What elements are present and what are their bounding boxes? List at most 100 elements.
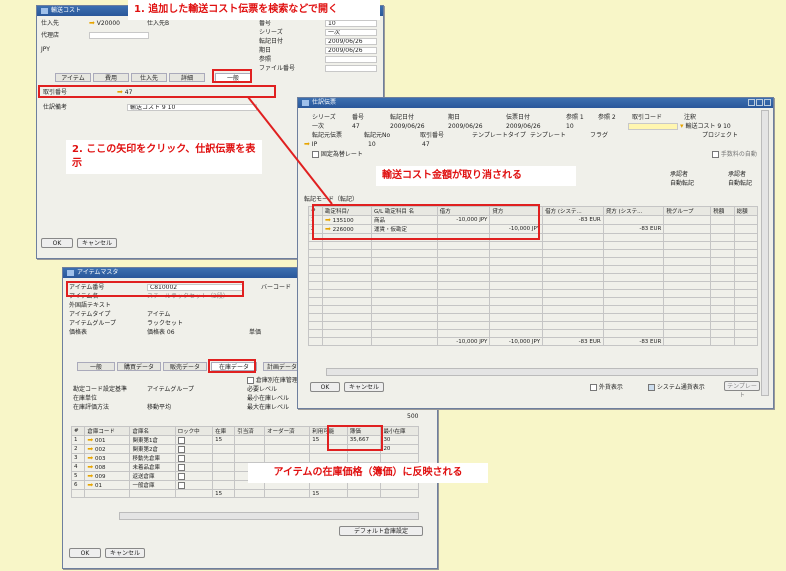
col-cost: 簿価	[346, 426, 382, 436]
je-link[interactable]: ➡ 47	[117, 88, 132, 97]
checkbox-icon[interactable]	[177, 472, 185, 480]
manage-checkbox[interactable]: 倉庫別在庫管理	[247, 377, 298, 384]
default-warehouse-button[interactable]: デフォルト倉庫設定	[339, 526, 423, 536]
minimize-icon[interactable]	[748, 99, 755, 106]
series-field[interactable]: 一次	[325, 29, 377, 36]
link-arrow-icon[interactable]: ➡	[87, 472, 93, 480]
trans-code-field[interactable]	[628, 123, 678, 130]
group-label: アイテムグループ	[69, 320, 117, 327]
type-label: アイテムタイプ	[69, 311, 111, 318]
tab-inventory[interactable]: 在庫データ	[211, 362, 257, 371]
foreign-checkbox[interactable]: 外貨表示	[590, 384, 623, 391]
posting-field[interactable]: 2009/06/26	[325, 38, 377, 45]
checkbox-icon[interactable]	[648, 384, 655, 391]
gl-value[interactable]: アイテムグループ	[147, 386, 194, 393]
tab-vendors[interactable]: 仕入先	[131, 73, 167, 82]
table-row[interactable]: 2 ➡ 226000 運賃・仮勘定 -10,000 JPY -83 EUR	[308, 224, 759, 234]
link-arrow-icon[interactable]: ➡	[87, 445, 93, 453]
tab-costs[interactable]: 費用	[93, 73, 129, 82]
template-button[interactable]: テンプレート	[724, 381, 760, 399]
col-available: 利用可能	[309, 426, 348, 436]
table-row[interactable]: 3 ➡ 003 移動先倉庫	[70, 453, 419, 463]
link-arrow-icon[interactable]: ➡	[325, 216, 331, 224]
checkbox-icon[interactable]	[247, 377, 254, 384]
fixed-rate-checkbox[interactable]: 固定為替レート	[312, 151, 363, 158]
link-arrow-icon[interactable]: ➡	[87, 454, 93, 462]
totals-row: -10,000 JPY -10,000 JPY -83 EUR -83 EUR	[308, 337, 759, 346]
foreign-label: 外国語テキスト	[69, 302, 111, 309]
tab-general[interactable]: 一般	[215, 73, 251, 82]
hdr-posting: 転記日付	[390, 114, 415, 121]
link-arrow-icon[interactable]: ➡	[89, 19, 95, 27]
table-row[interactable]: 2 ➡ 002 関東第2倉 20	[70, 444, 419, 454]
tab-sales[interactable]: 販売データ	[163, 362, 207, 371]
no-field[interactable]: 10	[325, 20, 377, 27]
agent-field[interactable]	[89, 32, 149, 39]
callout-step2: 2. ここの矢印をクリック、仕訳伝票を表示	[66, 140, 262, 174]
ok-button[interactable]: OK	[69, 548, 101, 558]
tab-general[interactable]: 一般	[77, 362, 115, 371]
max-value: 500	[407, 413, 419, 420]
col-stock: 在庫	[212, 426, 236, 436]
checkbox-icon[interactable]	[177, 436, 185, 444]
col-min: 最小在庫	[380, 426, 419, 436]
vertical-scrollbar[interactable]	[761, 110, 769, 396]
ok-button[interactable]: OK	[41, 238, 73, 248]
link-arrow-icon[interactable]: ➡	[87, 463, 93, 471]
table-row[interactable]: 1 ➡ 135100 商品 -10,000 JPY -83 EUR	[308, 215, 759, 225]
maximize-icon[interactable]	[756, 99, 763, 106]
checkbox-icon[interactable]	[312, 151, 319, 158]
chevron-down-icon[interactable]: ▾	[680, 122, 684, 130]
group-value[interactable]: ラックセット	[147, 320, 183, 327]
auto-tax-checkbox[interactable]: 手数料の自動	[712, 151, 757, 158]
tab-purchasing[interactable]: 購買データ	[117, 362, 161, 371]
checkbox-icon[interactable]	[590, 384, 597, 391]
file-field[interactable]	[325, 65, 377, 72]
checkbox-icon[interactable]	[177, 463, 185, 471]
cancel-button[interactable]: キャンセル	[344, 382, 384, 392]
ref-label: 参照	[259, 56, 272, 63]
vendor-code[interactable]: ➡ V20000	[89, 19, 120, 28]
horizontal-scrollbar[interactable]	[119, 512, 419, 520]
link-arrow-icon[interactable]: ➡	[325, 225, 331, 233]
window-icon	[302, 99, 309, 106]
link-arrow-icon[interactable]: ➡	[87, 436, 93, 444]
totals-row: 15 15	[70, 489, 419, 498]
item-no-field[interactable]: C810002	[147, 284, 243, 291]
table-row[interactable]: 1 ➡ 001 関東第1倉 15 15 35,667 30	[70, 435, 419, 445]
window-title: 輸送コスト	[51, 7, 82, 14]
checkbox-icon[interactable]	[177, 481, 185, 489]
due-field[interactable]: 2009/06/26	[325, 47, 377, 54]
system-currency-checkbox[interactable]: システム通貨表示	[648, 384, 705, 391]
link-arrow-icon[interactable]: ➡	[117, 88, 123, 96]
callout-cost-reflected: アイテムの在庫価格（簿価）に反映される	[248, 463, 488, 483]
tab-details[interactable]: 詳細	[169, 73, 205, 82]
link-arrow-icon[interactable]: ➡	[304, 140, 310, 148]
checkbox-icon[interactable]	[177, 454, 185, 462]
callout-step1: 1. 追加した輸送コスト伝票を検索などで開く	[128, 0, 380, 20]
journal-titlebar[interactable]: 仕訳伝票	[298, 98, 773, 108]
close-icon[interactable]	[764, 99, 771, 106]
remarks-field[interactable]: 輸送コスト 9 10	[127, 104, 257, 111]
valuation-value[interactable]: 移動平均	[147, 404, 171, 411]
price-value[interactable]: 価格表 06	[147, 329, 175, 336]
col-credit: 貸方	[489, 206, 544, 216]
req-label: 必要レベル	[247, 386, 278, 393]
checkbox-icon[interactable]	[712, 151, 719, 158]
tab-items[interactable]: アイテム	[55, 73, 91, 82]
val-origin[interactable]: ➡ IP	[304, 140, 317, 149]
cancel-button[interactable]: キャンセル	[105, 548, 145, 558]
ref-field[interactable]	[325, 56, 377, 63]
remarks-label: 仕訳備考	[43, 104, 68, 111]
val-remarks[interactable]: ▾ 輸送コスト 9 10	[680, 122, 731, 131]
ok-button[interactable]: OK	[310, 382, 340, 392]
link-arrow-icon[interactable]: ➡	[87, 481, 93, 489]
cancel-button[interactable]: キャンセル	[77, 238, 117, 248]
type-value[interactable]: アイテム	[147, 311, 170, 318]
tab-planning[interactable]: 計画データ	[263, 362, 301, 371]
callout-journal-reversed: 輸送コスト金額が取り消される	[376, 166, 576, 186]
hdr-trans-no: 取引番号	[420, 132, 445, 139]
checkbox-icon[interactable]	[177, 445, 185, 453]
desc-value: スチールラックセット（2段）	[147, 293, 229, 300]
horizontal-scrollbar[interactable]	[326, 368, 758, 376]
